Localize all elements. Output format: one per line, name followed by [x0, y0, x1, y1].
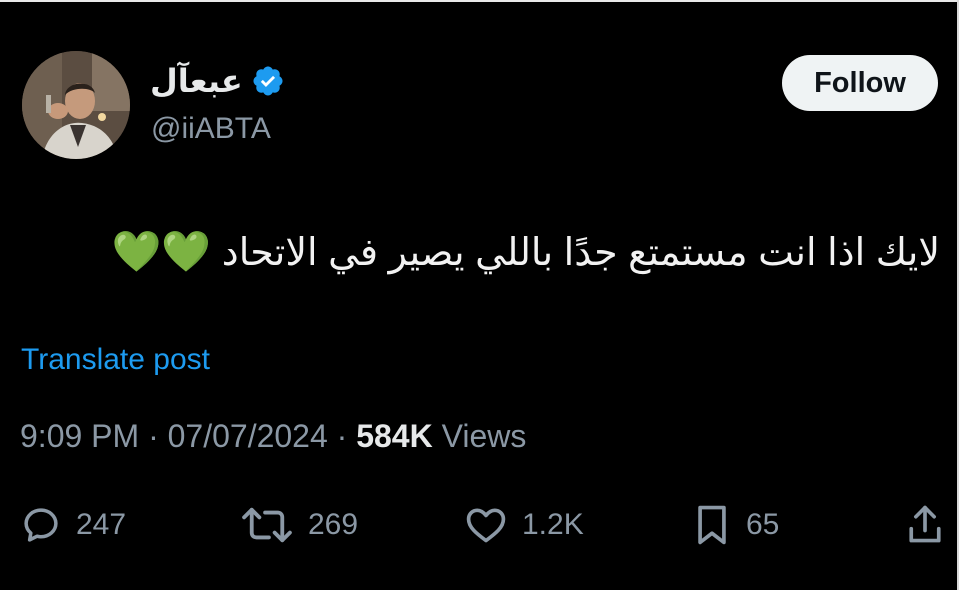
verified-badge-icon: [251, 64, 285, 98]
author-handle[interactable]: @iiABTA: [151, 112, 271, 146]
avatar-image: [22, 51, 130, 159]
post-time[interactable]: 9:09 PM: [20, 418, 139, 454]
repost-icon: [242, 507, 292, 543]
post-text: لايك اذا انت مستمتع جدًا باللي يصير في ا…: [80, 222, 940, 283]
views-label: Views: [441, 418, 527, 454]
follow-button[interactable]: Follow: [782, 55, 938, 111]
green-heart-emoji: 💚💚: [111, 229, 212, 275]
like-count: 1.2K: [522, 508, 584, 541]
meta-separator: ·: [148, 418, 159, 454]
meta-separator: ·: [336, 418, 348, 454]
author-name-row[interactable]: عبعآل: [150, 62, 285, 100]
post-text-body: لايك اذا انت مستمتع جدًا باللي يصير في ا…: [221, 232, 940, 274]
like-button[interactable]: 1.2K: [464, 495, 584, 555]
top-border: [0, 0, 959, 2]
action-bar: 247 269 1.2K 65: [0, 495, 959, 555]
post-date[interactable]: 07/07/2024: [168, 418, 328, 454]
reply-icon: [24, 508, 58, 542]
views-count: 584K: [356, 418, 433, 454]
reply-count: 247: [76, 508, 127, 541]
author-display-name[interactable]: عبعآل: [150, 62, 243, 100]
share-icon: [909, 505, 941, 543]
bookmark-icon: [698, 505, 726, 545]
avatar[interactable]: [22, 51, 130, 159]
reply-button[interactable]: 247: [20, 495, 126, 555]
translate-post-link[interactable]: Translate post: [21, 343, 210, 377]
share-button[interactable]: [905, 495, 945, 555]
repost-count: 269: [308, 508, 359, 541]
post-meta: 9:09 PM · 07/07/2024 · 584K Views: [20, 418, 526, 455]
bookmark-button[interactable]: 65: [692, 495, 779, 555]
repost-button[interactable]: 269: [240, 495, 358, 555]
post-container: عبعآل @iiABTA Follow لايك اذا انت مستمتع…: [0, 0, 959, 590]
heart-icon: [466, 508, 506, 543]
bookmark-count: 65: [746, 508, 780, 541]
